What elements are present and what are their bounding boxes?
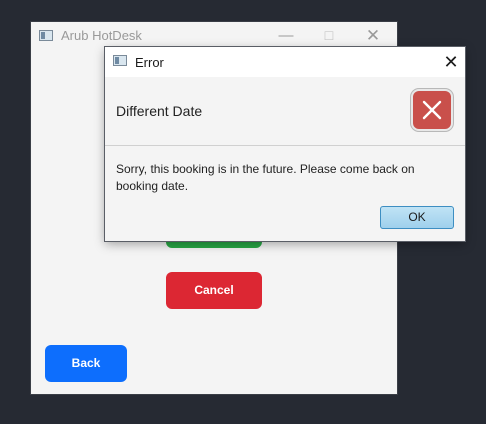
close-icon[interactable]: ✕ xyxy=(353,24,393,48)
dialog-close-icon[interactable]: ✕ xyxy=(431,50,471,74)
cancel-button[interactable]: Cancel xyxy=(166,272,262,309)
dialog-titlebar[interactable]: Error ✕ xyxy=(105,47,465,77)
maximize-icon[interactable]: ☐ xyxy=(309,24,349,48)
error-dialog: Error ✕ Different Date Sorry, this booki… xyxy=(105,47,465,241)
dialog-header: Different Date xyxy=(105,77,465,146)
dialog-title: Error xyxy=(135,55,164,70)
dialog-header-text: Different Date xyxy=(116,103,203,119)
main-titlebar[interactable]: Arub HotDesk — ☐ ✕ xyxy=(31,22,397,50)
error-x-icon xyxy=(413,91,451,129)
dialog-message: Sorry, this booking is in the future. Pl… xyxy=(116,162,415,193)
ok-button[interactable]: OK xyxy=(380,206,454,229)
minimize-icon[interactable]: — xyxy=(266,24,306,48)
app-icon xyxy=(39,30,53,41)
dialog-app-icon xyxy=(113,55,127,66)
back-button[interactable]: Back xyxy=(45,345,127,382)
main-window-title: Arub HotDesk xyxy=(61,28,142,43)
